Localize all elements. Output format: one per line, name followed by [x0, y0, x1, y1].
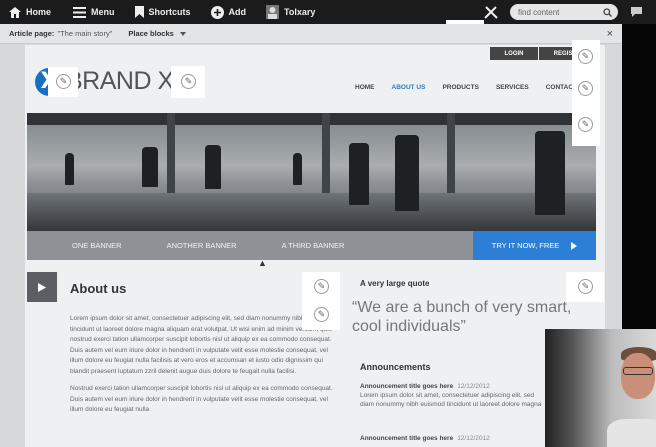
announcement-date: 12/12/2012	[457, 383, 490, 390]
article-page-value: "The main story"	[57, 29, 113, 38]
edit-pencil-icon[interactable]: ✎	[314, 279, 329, 294]
bookmark-icon	[134, 6, 144, 18]
webcam-shirt	[607, 419, 656, 447]
hero-figure	[349, 143, 369, 205]
toolbar-home-label: Home	[26, 7, 52, 17]
try-free-button[interactable]: TRY IT NOW, FREE	[473, 231, 596, 260]
play-arrow-icon	[571, 241, 578, 250]
toolbar-user[interactable]: Tolxary	[266, 5, 315, 19]
place-blocks-dropdown[interactable]: Place blocks	[128, 29, 186, 38]
try-free-label: TRY IT NOW, FREE	[491, 241, 560, 250]
home-icon	[9, 6, 21, 18]
hero-figure	[535, 131, 565, 215]
quote-heading: A very large quote	[360, 279, 430, 288]
hamburger-icon	[73, 6, 87, 18]
toolbar-user-label: Tolxary	[284, 7, 316, 17]
edit-pencil-icon[interactable]: ✎	[181, 74, 196, 89]
admin-toolbar: Home Menu Shortcuts Add Tolxary find con…	[0, 0, 656, 24]
brand-name: BRAND X	[66, 67, 174, 95]
hero-floor	[27, 193, 596, 231]
edit-pencil-icon[interactable]: ✎	[314, 307, 329, 322]
banner-tab-1[interactable]: ONE BANNER	[72, 241, 122, 250]
toolbar-menu[interactable]: Menu	[73, 6, 115, 18]
nav-home[interactable]: HOME	[355, 84, 375, 91]
banner-bar: ONE BANNER ANOTHER BANNER A THIRD BANNER…	[27, 231, 596, 260]
toolbar-shortcuts[interactable]: Shortcuts	[134, 6, 191, 18]
toolbar-add-label: Add	[228, 7, 247, 17]
find-content-search[interactable]: find content	[510, 4, 618, 20]
place-blocks-label: Place blocks	[128, 29, 174, 38]
close-icon[interactable]: ×	[607, 28, 613, 40]
find-content-placeholder: find content	[518, 7, 560, 17]
about-paragraph: Nostrud exerci tation ullamcorper suscip…	[70, 385, 333, 413]
hero-image	[27, 113, 596, 231]
about-title: About us	[70, 281, 127, 296]
announcement-date: 12/12/2012	[457, 435, 490, 442]
hero-figure	[205, 145, 221, 189]
chat-bubble-icon[interactable]	[630, 6, 643, 18]
hero-figure	[65, 153, 74, 185]
mouse-cursor-icon: ▲	[258, 258, 267, 268]
webcam-glasses	[623, 367, 653, 375]
edit-pencil-icon[interactable]: ✎	[578, 279, 593, 294]
webcam-face	[621, 353, 655, 399]
edit-pencil-icon[interactable]: ✎	[56, 74, 71, 89]
user-avatar-icon	[266, 5, 280, 19]
plus-circle-icon	[210, 5, 224, 19]
page-bar: Article page: "The main story" Place blo…	[0, 24, 622, 44]
webcam-overlay	[545, 329, 656, 447]
hero-figure	[293, 153, 302, 185]
announcement-title[interactable]: Announcement title goes here	[360, 435, 453, 442]
edit-pencil-icon[interactable]: ✎	[578, 49, 593, 64]
hero-figure	[142, 147, 158, 187]
toolbar-add[interactable]: Add	[210, 5, 247, 19]
about-paragraph: Lorem ipsum dolor sit amet, consectetuer…	[70, 315, 332, 375]
login-link[interactable]: LOGIN	[490, 47, 538, 60]
banner-tab-3[interactable]: A THIRD BANNER	[282, 241, 345, 250]
toolbar-menu-label: Menu	[91, 7, 115, 17]
hero-beam	[27, 113, 596, 125]
edit-pencil-icon[interactable]: ✎	[578, 81, 593, 96]
nav-products[interactable]: PRODUCTS	[442, 84, 478, 91]
hero-figure	[395, 135, 419, 211]
announcements-heading: Announcements	[360, 362, 431, 372]
chevron-down-icon	[179, 31, 186, 36]
nav-about-us[interactable]: ABOUT US	[392, 84, 426, 91]
edit-pencil-icon[interactable]: ✎	[578, 117, 593, 132]
play-button[interactable]	[27, 272, 57, 302]
banner-tab-2[interactable]: ANOTHER BANNER	[167, 241, 237, 250]
main-nav: HOME ABOUT US PRODUCTS SERVICES CONTACT	[355, 84, 594, 91]
announcement-body: Lorem ipsum dolor sit amet, consectetuer…	[360, 392, 542, 408]
nav-services[interactable]: SERVICES	[496, 84, 529, 91]
announcement-title[interactable]: Announcement title goes here	[360, 383, 453, 390]
pencil-tools-icon[interactable]	[484, 5, 498, 19]
toolbar-shortcuts-label: Shortcuts	[148, 7, 191, 17]
announcement-item: Announcement title goes here 12/12/2012 L…	[360, 382, 550, 409]
toolbar-right: find content	[484, 0, 656, 24]
announcement-item: Announcement title goes here 12/12/2012	[360, 434, 550, 443]
toolbar-home[interactable]: Home	[9, 6, 52, 18]
search-icon[interactable]	[603, 7, 612, 17]
about-body: Lorem ipsum dolor sit amet, consectetuer…	[70, 314, 333, 423]
article-page-label: Article page:	[9, 29, 55, 38]
screen: Home Menu Shortcuts Add Tolxary find con…	[0, 0, 656, 447]
play-icon	[38, 282, 46, 292]
